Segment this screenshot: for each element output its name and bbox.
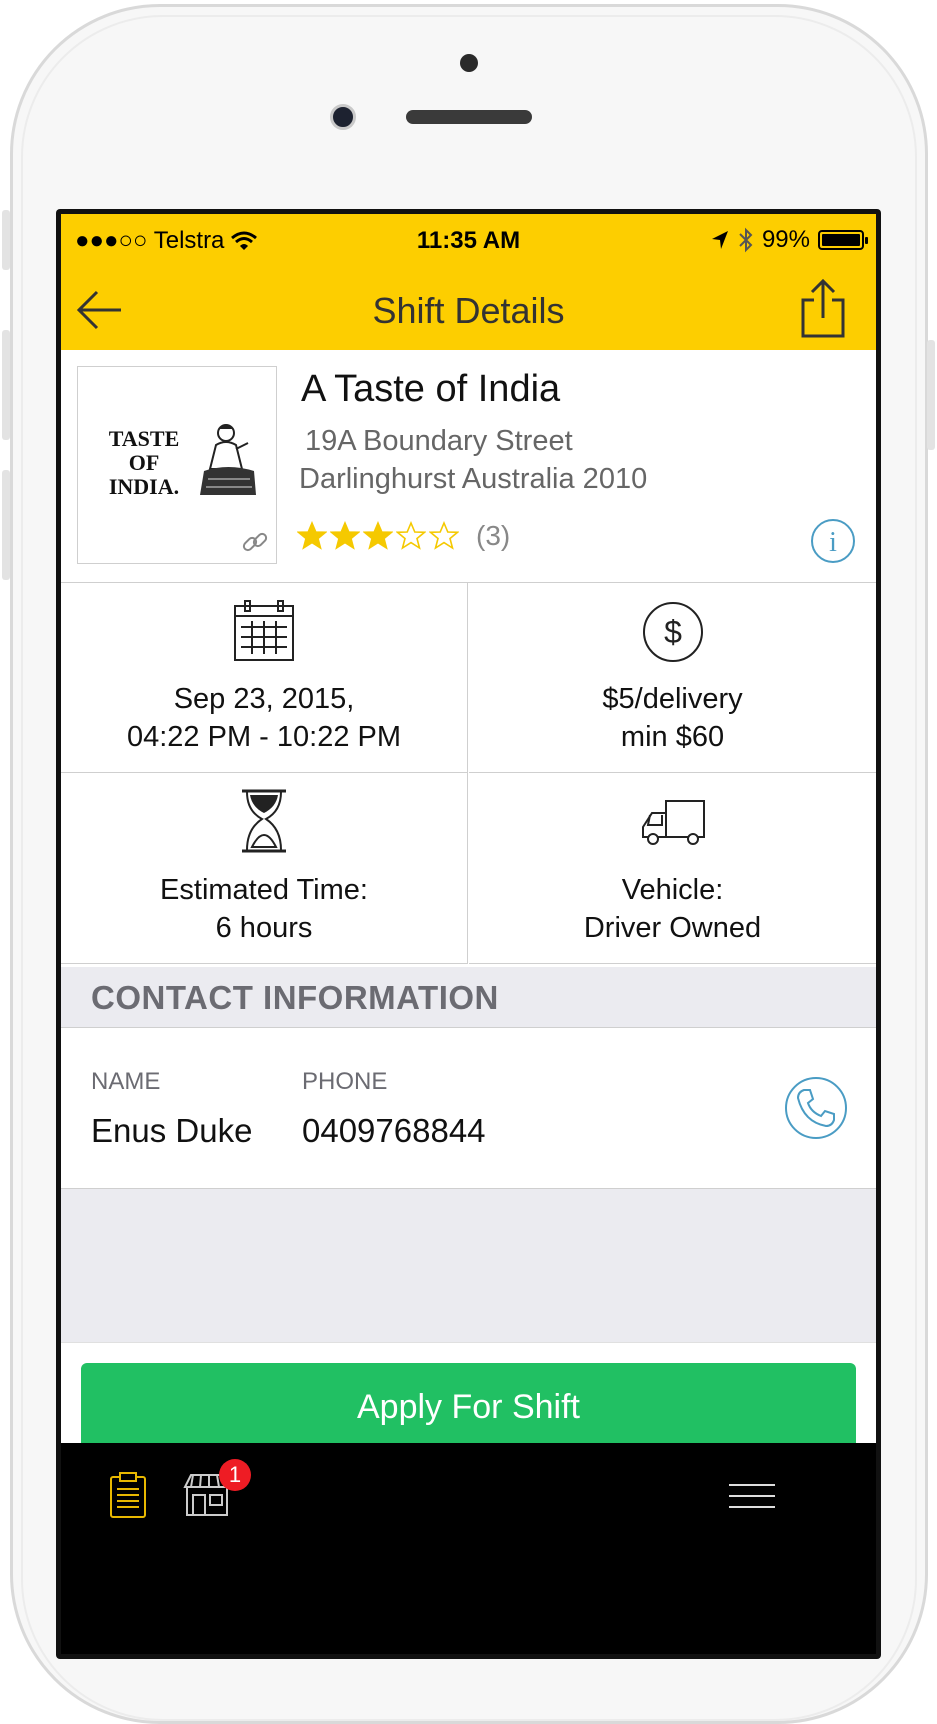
tab-bar: 1 (61, 1443, 876, 1654)
battery-percent: 99% (761, 226, 810, 253)
pay-minimum: min $60 (620, 721, 725, 753)
notification-badge: 1 (219, 1459, 251, 1491)
estimated-time-value: 6 hours (215, 912, 313, 944)
pay-cell: $ $5/delivery min $60 (469, 582, 876, 773)
star-rating (297, 521, 462, 551)
address-line-2: Darlinghurst Australia 2010 (299, 463, 648, 495)
proximity-sensor (460, 54, 478, 72)
rating-count: (3) (476, 520, 511, 551)
clipboard-icon[interactable] (109, 1471, 147, 1519)
link-icon[interactable] (240, 527, 270, 557)
vehicle-label: Vehicle: (621, 874, 724, 906)
hourglass-icon (242, 789, 286, 853)
restaurant-name: A Taste of India (301, 368, 561, 410)
svg-text:i: i (829, 527, 837, 558)
status-bar: ●●●○○ Telstra 11:35 AM 99% (61, 214, 876, 270)
pay-rate: $5/delivery (602, 683, 743, 715)
shift-time-range: 04:22 PM - 10:22 PM (126, 721, 402, 753)
calendar-icon (234, 600, 294, 661)
share-icon[interactable] (800, 278, 846, 340)
logo-figure-illustration (200, 424, 256, 495)
contact-phone: 0409768844 (302, 1112, 486, 1149)
star-filled-icon (330, 521, 360, 550)
logo-wordmark: TASTE OF INDIA. (108, 426, 180, 499)
empty-space (61, 1189, 876, 1343)
front-camera (330, 104, 356, 130)
menu-icon[interactable] (729, 1483, 775, 1509)
apply-for-shift-button[interactable]: Apply For Shift (81, 1363, 856, 1449)
volume-down-button (2, 470, 10, 580)
vehicle-cell: Vehicle: Driver Owned (469, 773, 876, 964)
rating: (3) (297, 520, 510, 552)
name-label: NAME (91, 1068, 161, 1095)
star-empty-icon (396, 521, 426, 550)
star-empty-icon (429, 521, 459, 550)
power-button (927, 340, 935, 450)
estimated-time-label: Estimated Time: (160, 874, 368, 906)
shift-details-grid: Sep 23, 2015, 04:22 PM - 10:22 PM $ $5/d… (61, 582, 876, 966)
address-line-1: 19A Boundary Street (305, 425, 573, 457)
mute-switch (2, 210, 10, 270)
page-title: Shift Details (372, 290, 565, 331)
section-title: CONTACT INFORMATION (91, 979, 499, 1016)
volume-up-button (2, 330, 10, 440)
restaurant-header: TASTE OF INDIA. A Taste of India 19A Bou… (61, 350, 876, 583)
contact-section-header: CONTACT INFORMATION (61, 967, 876, 1028)
restaurant-logo[interactable]: TASTE OF INDIA. (77, 366, 277, 564)
earpiece-speaker (406, 110, 532, 124)
estimated-time-cell: Estimated Time: 6 hours (61, 773, 468, 964)
contact-name: Enus Duke (91, 1112, 253, 1149)
contact-row: NAME Enus Duke PHONE 0409768844 (61, 1028, 876, 1189)
truck-icon (641, 800, 705, 845)
bluetooth-icon (739, 227, 753, 253)
apply-area: Apply For Shift (61, 1343, 876, 1449)
star-filled-icon (363, 521, 393, 550)
phone-icon[interactable] (784, 1076, 848, 1140)
phone-label: PHONE (302, 1068, 388, 1095)
shift-date: Sep 23, 2015, (173, 683, 355, 715)
location-arrow-icon (711, 231, 728, 249)
star-filled-icon (297, 521, 327, 550)
app-screen: ●●●○○ Telstra 11:35 AM 99% Shift Details (61, 214, 876, 1654)
restaurant-address: 19A Boundary Street Darlinghurst Austral… (299, 422, 647, 498)
dollar-icon: $ (642, 602, 703, 662)
info-icon[interactable]: i (810, 518, 856, 564)
nav-bar: Shift Details (61, 270, 876, 350)
battery-icon (818, 230, 868, 250)
vehicle-value: Driver Owned (583, 912, 762, 944)
svg-text:$: $ (664, 614, 682, 650)
date-cell: Sep 23, 2015, 04:22 PM - 10:22 PM (61, 582, 468, 773)
